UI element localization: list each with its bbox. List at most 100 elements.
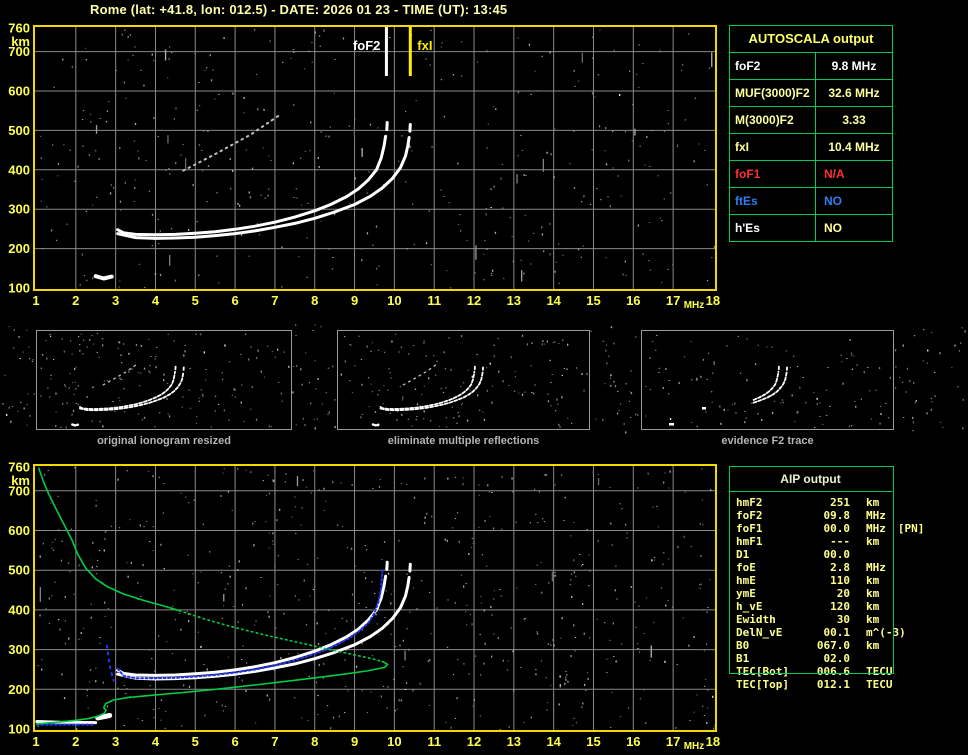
- param-unit: km: [866, 639, 880, 652]
- param-label: TEC[Top]: [736, 678, 789, 691]
- o-trace-trace: [116, 134, 388, 237]
- autoscala-row-fof2: foF2 9.8 MHz: [730, 53, 892, 80]
- y-axis-labels: 760700600500400300200100km: [8, 21, 30, 296]
- gridlines: [34, 26, 716, 290]
- aip-row: D1 00.0: [729, 548, 929, 561]
- param-label: foF1: [736, 522, 763, 535]
- multiple-reflection-streak-trace: [182, 114, 280, 172]
- autoscala-row-muf: MUF(3000)F2 32.6 MHz: [730, 80, 892, 107]
- svg-text:600: 600: [8, 523, 30, 538]
- svg-text:18: 18: [706, 734, 720, 749]
- param-unit: km: [866, 587, 880, 600]
- noise-dots: [292, 324, 336, 430]
- param-label: D1: [736, 548, 750, 561]
- svg-text:4: 4: [152, 293, 160, 308]
- e-echo-blob-trace: [93, 274, 114, 281]
- param-unit: TECU: [866, 665, 893, 678]
- svg-text:500: 500: [8, 563, 30, 578]
- param-unit: km: [866, 535, 880, 548]
- svg-text:200: 200: [8, 682, 30, 697]
- param-value: 00.0: [823, 522, 851, 535]
- svg-text:3: 3: [112, 734, 119, 749]
- autoscala-row-fxi: fxI 10.4 MHz: [730, 134, 892, 161]
- svg-text:11: 11: [427, 293, 441, 308]
- bottom-ionogram-plot: 760700600500400300200100km1 2 3 4 5 6 7 8 9 10 11 1…: [8, 460, 720, 753]
- aip-row: B1 02.0: [729, 652, 929, 665]
- svg-text:13: 13: [507, 734, 521, 749]
- svg-text:17: 17: [666, 734, 680, 749]
- param-value: N/A: [824, 167, 845, 181]
- aip-row: foF2 09.8 MHz: [729, 509, 929, 522]
- param-label: Ewidth: [736, 613, 776, 626]
- svg-text:200: 200: [8, 241, 30, 256]
- aip-row: hmF2 251 km: [729, 496, 929, 509]
- svg-text:3: 3: [112, 293, 119, 308]
- aip-row: hmF1 --- km: [729, 535, 929, 548]
- svg-text:7: 7: [271, 734, 278, 749]
- param-label: hmE: [736, 574, 756, 587]
- param-label: ymE: [736, 587, 756, 600]
- aip-row: B0 067.0 km: [729, 639, 929, 652]
- param-value: NO: [824, 221, 842, 235]
- param-value: ---: [830, 535, 850, 548]
- param-label: M(3000)F2: [730, 107, 816, 133]
- svg-text:400: 400: [8, 162, 30, 177]
- svg-text:1: 1: [32, 734, 39, 749]
- param-label: MUF(3000)F2: [730, 80, 816, 106]
- autoscala-row-fof1: foF1 N/A: [730, 161, 892, 188]
- svg-text:2: 2: [72, 293, 79, 308]
- svg-text:18: 18: [706, 293, 720, 308]
- param-value: 006.6: [816, 665, 850, 678]
- svg-text:9: 9: [351, 293, 358, 308]
- param-label: hmF1: [736, 535, 763, 548]
- param-unit: km: [866, 574, 880, 587]
- autoscala-app-window: { "header": { "title": "Rome (lat: +41.8…: [0, 0, 968, 755]
- param-label: DelN_vE: [736, 626, 783, 639]
- param-unit: MHz: [866, 561, 886, 574]
- svg-text:17: 17: [666, 293, 680, 308]
- aip-row: foE 2.8 MHz: [729, 561, 929, 574]
- param-value: 02.0: [823, 652, 851, 665]
- noise-strip: [1, 324, 966, 434]
- param-value: NO: [824, 194, 842, 208]
- param-label: TEC[Bot]: [736, 665, 789, 678]
- restored-trace-f-trace: [116, 569, 384, 680]
- param-unit: [866, 652, 929, 665]
- svg-text:12: 12: [467, 293, 481, 308]
- param-label: foE: [736, 561, 756, 574]
- param-label: fxI: [730, 134, 816, 160]
- svg-text:5: 5: [192, 293, 199, 308]
- param-label: foF1: [730, 161, 816, 187]
- svg-text:500: 500: [8, 123, 30, 138]
- density-profile-bottomside-trace: [36, 660, 389, 725]
- plot-border: [33, 25, 717, 291]
- svg-text:12: 12: [467, 734, 481, 749]
- param-value: 012.1: [816, 678, 850, 691]
- param-value: 32.6 MHz: [828, 86, 880, 100]
- svg-text:9: 9: [351, 734, 358, 749]
- param-label: foF2: [730, 53, 816, 79]
- aip-row: foF1 00.0 MHz [PN]: [729, 522, 929, 535]
- restored-trace-step-trace: [105, 644, 115, 682]
- param-value: 3.33: [842, 113, 866, 127]
- svg-text:15: 15: [586, 293, 600, 308]
- noise-dots: [894, 327, 966, 432]
- svg-text:15: 15: [586, 734, 600, 749]
- aip-row: DelN_vE 00.1 m^(-3): [729, 626, 929, 639]
- svg-text:10: 10: [387, 734, 401, 749]
- svg-text:14: 14: [546, 734, 561, 749]
- param-label: h_vE: [736, 600, 763, 613]
- aip-row: TEC[Bot] 006.6 TECU: [729, 665, 929, 678]
- svg-text:400: 400: [8, 602, 30, 617]
- param-value: 110: [830, 574, 850, 587]
- x-axis-labels: 1 2 3 4 5 6 7 8 9 10 11 12 13 14 15 16 17 18MHz: [32, 293, 720, 311]
- svg-text:14: 14: [546, 293, 561, 308]
- svg-text:300: 300: [8, 202, 30, 217]
- aip-row: TEC[Top] 012.1 TECU: [729, 678, 929, 691]
- param-unit: MHz [PN]: [866, 522, 925, 535]
- svg-text:16: 16: [626, 293, 640, 308]
- y-axis-unit: km: [11, 34, 30, 49]
- param-label: B1: [736, 652, 750, 665]
- foF2-marker-label: foF2: [353, 38, 380, 53]
- svg-text:8: 8: [311, 293, 318, 308]
